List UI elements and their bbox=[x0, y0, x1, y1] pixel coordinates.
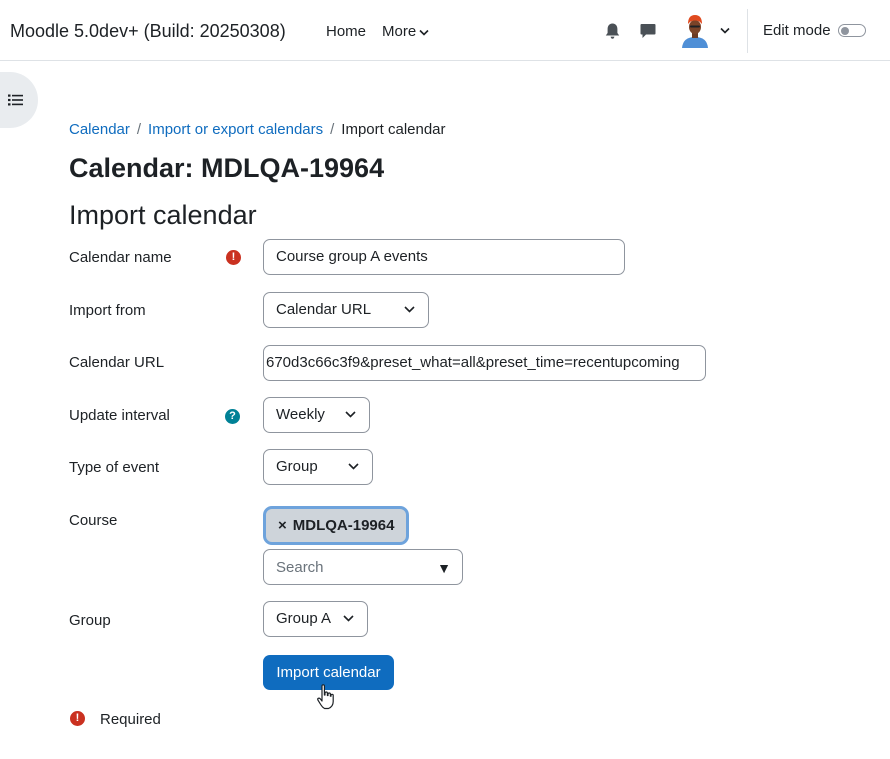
calendar-name-label: Calendar name bbox=[69, 249, 172, 266]
course-selected-tag[interactable]: × MDLQA-19964 bbox=[263, 506, 409, 545]
breadcrumb-current: Import calendar bbox=[341, 121, 446, 138]
course-label: Course bbox=[69, 512, 118, 529]
calendar-url-input[interactable]: 670d3c66c3f9&preset_what=all&preset_time… bbox=[263, 345, 706, 381]
group-value: Group A bbox=[276, 610, 332, 627]
breadcrumb-import-export-link[interactable]: Import or export calendars bbox=[148, 121, 323, 138]
type-of-event-label: Type of event bbox=[69, 459, 160, 476]
remove-icon[interactable]: × bbox=[278, 517, 287, 534]
search-placeholder: Search bbox=[276, 559, 324, 576]
update-interval-select[interactable]: Weekly bbox=[263, 397, 370, 433]
type-of-event-value: Group bbox=[276, 458, 318, 475]
import-from-value: Calendar URL bbox=[276, 301, 372, 318]
chevron-down-icon bbox=[419, 29, 429, 36]
dropdown-arrow-icon[interactable]: ▼ bbox=[437, 560, 451, 576]
update-interval-value: Weekly bbox=[276, 406, 325, 423]
chat-bubble-icon[interactable] bbox=[639, 22, 657, 40]
chevron-down-icon[interactable] bbox=[720, 27, 730, 34]
chevron-down-icon bbox=[404, 306, 415, 313]
bell-icon[interactable] bbox=[604, 22, 621, 40]
breadcrumb-separator: / bbox=[136, 121, 142, 138]
navbar-divider bbox=[747, 9, 748, 53]
edit-mode-toggle[interactable] bbox=[838, 24, 866, 37]
page-title: Calendar: MDLQA-19964 bbox=[69, 153, 385, 183]
top-navbar: Moodle 5.0dev+ (Build: 20250308) Home Mo… bbox=[0, 0, 890, 61]
required-icon: ! bbox=[70, 711, 85, 726]
course-search-input[interactable]: Search ▼ bbox=[263, 549, 463, 585]
help-icon[interactable]: ? bbox=[225, 409, 240, 424]
user-avatar[interactable] bbox=[679, 14, 711, 48]
type-of-event-select[interactable]: Group bbox=[263, 449, 373, 485]
breadcrumb: Calendar / Import or export calendars / Impo… bbox=[69, 121, 446, 138]
course-tag-label: MDLQA-19964 bbox=[292, 517, 395, 534]
toggle-knob bbox=[841, 26, 849, 35]
calendar-url-label: Calendar URL bbox=[69, 354, 165, 371]
required-note: Required bbox=[100, 711, 161, 728]
chevron-down-icon bbox=[345, 411, 356, 418]
edit-mode-label: Edit mode bbox=[763, 22, 831, 39]
group-select[interactable]: Group A bbox=[263, 601, 368, 637]
section-title: Import calendar bbox=[69, 200, 257, 230]
nav-more-menu[interactable]: More bbox=[382, 23, 429, 40]
nav-home-link[interactable]: Home bbox=[326, 23, 366, 40]
group-label: Group bbox=[69, 612, 111, 629]
calendar-name-input[interactable]: Course group A events bbox=[263, 239, 625, 275]
breadcrumb-calendar-link[interactable]: Calendar bbox=[69, 121, 130, 138]
nav-more-label: More bbox=[382, 23, 417, 40]
chevron-down-icon bbox=[343, 615, 354, 622]
hand-pointer-cursor-icon bbox=[317, 684, 334, 710]
import-from-label: Import from bbox=[69, 302, 146, 319]
chevron-down-icon bbox=[348, 463, 359, 470]
list-icon bbox=[8, 94, 23, 106]
site-name[interactable]: Moodle 5.0dev+ (Build: 20250308) bbox=[10, 21, 286, 42]
required-icon: ! bbox=[226, 250, 241, 265]
update-interval-label: Update interval bbox=[69, 407, 170, 424]
breadcrumb-separator: / bbox=[330, 121, 335, 138]
import-from-select[interactable]: Calendar URL bbox=[263, 292, 429, 328]
course-index-drawer-button[interactable] bbox=[0, 72, 38, 128]
